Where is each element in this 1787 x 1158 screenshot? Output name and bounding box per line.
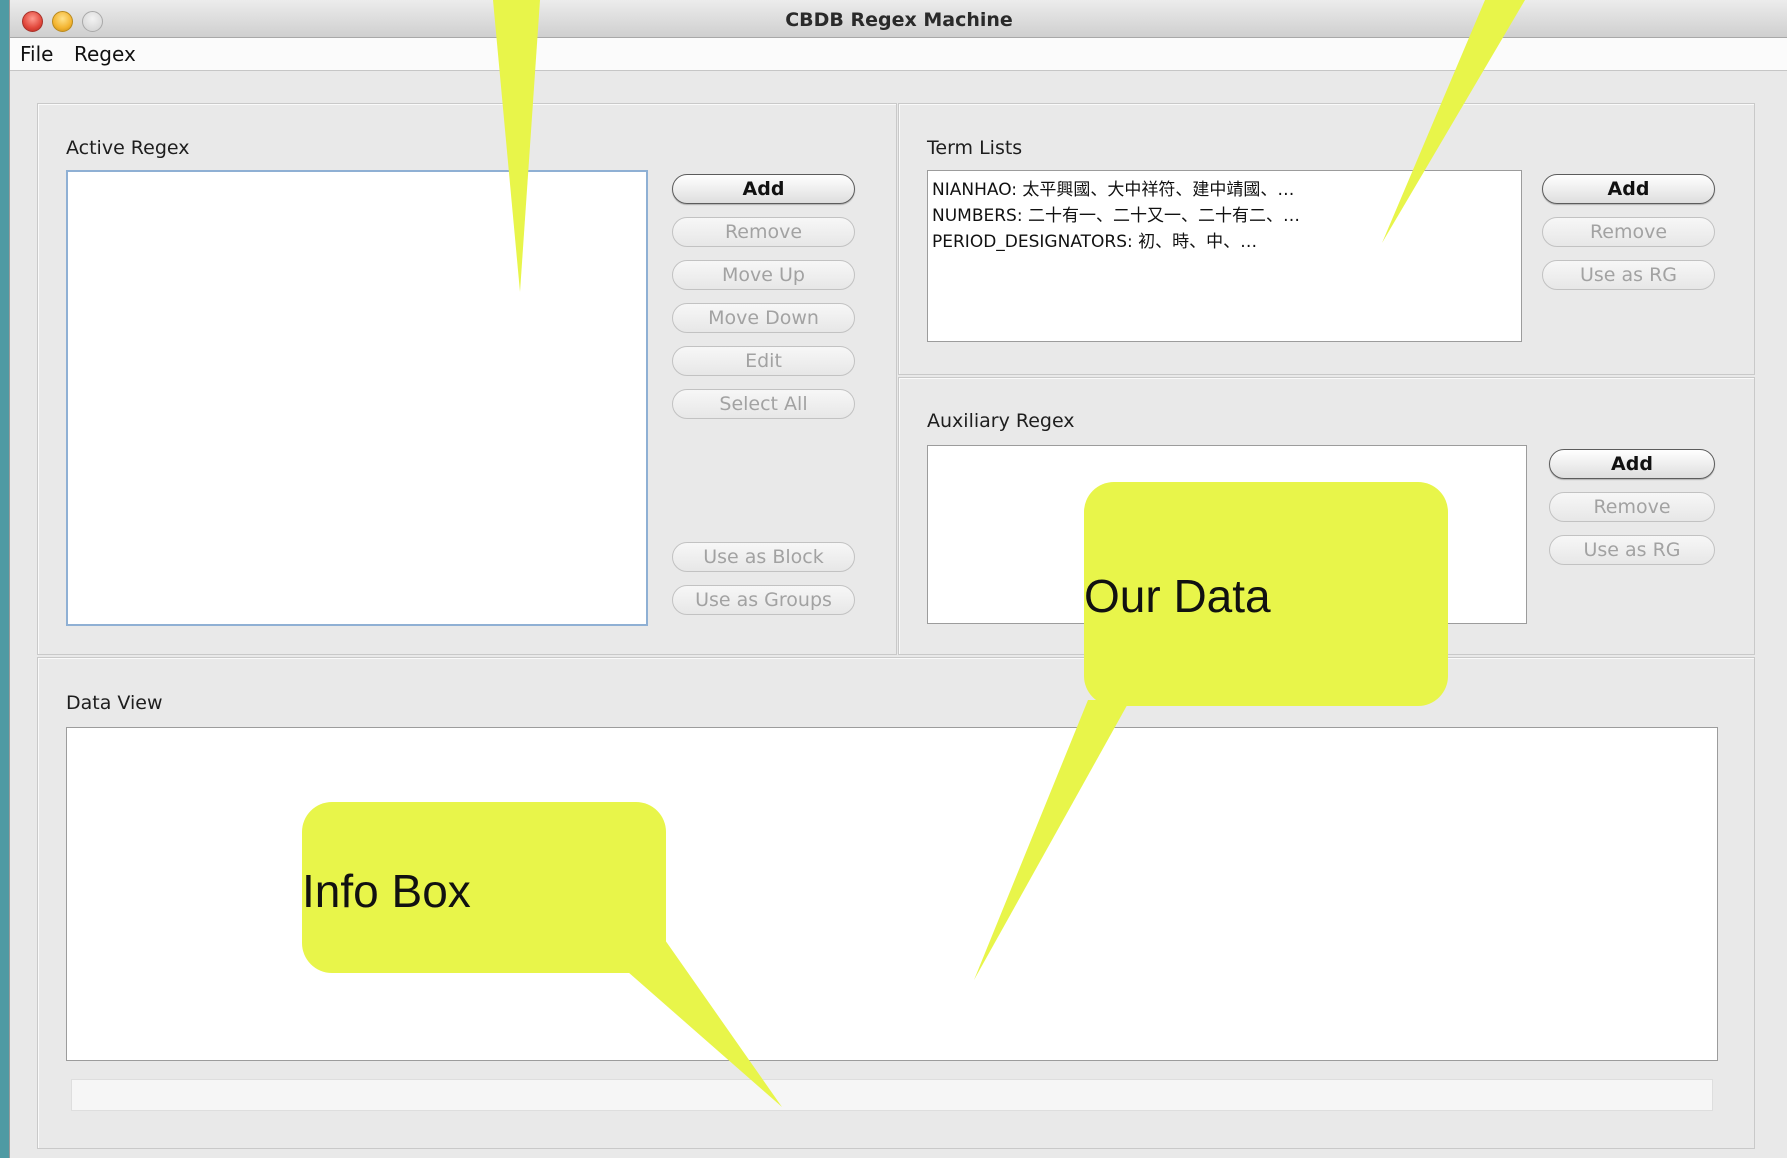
callout-pointer-our-data [974,700,1130,980]
callout-our-data-text: Our Data [1084,570,1271,622]
callout-pointer-term-lists [1382,0,1525,243]
callout-info-box-text: Info Box [302,865,471,917]
callout-pointer-info-box [620,940,782,1107]
annotation-layer [302,0,1525,1107]
callout-pointer-active-regex [493,0,540,292]
